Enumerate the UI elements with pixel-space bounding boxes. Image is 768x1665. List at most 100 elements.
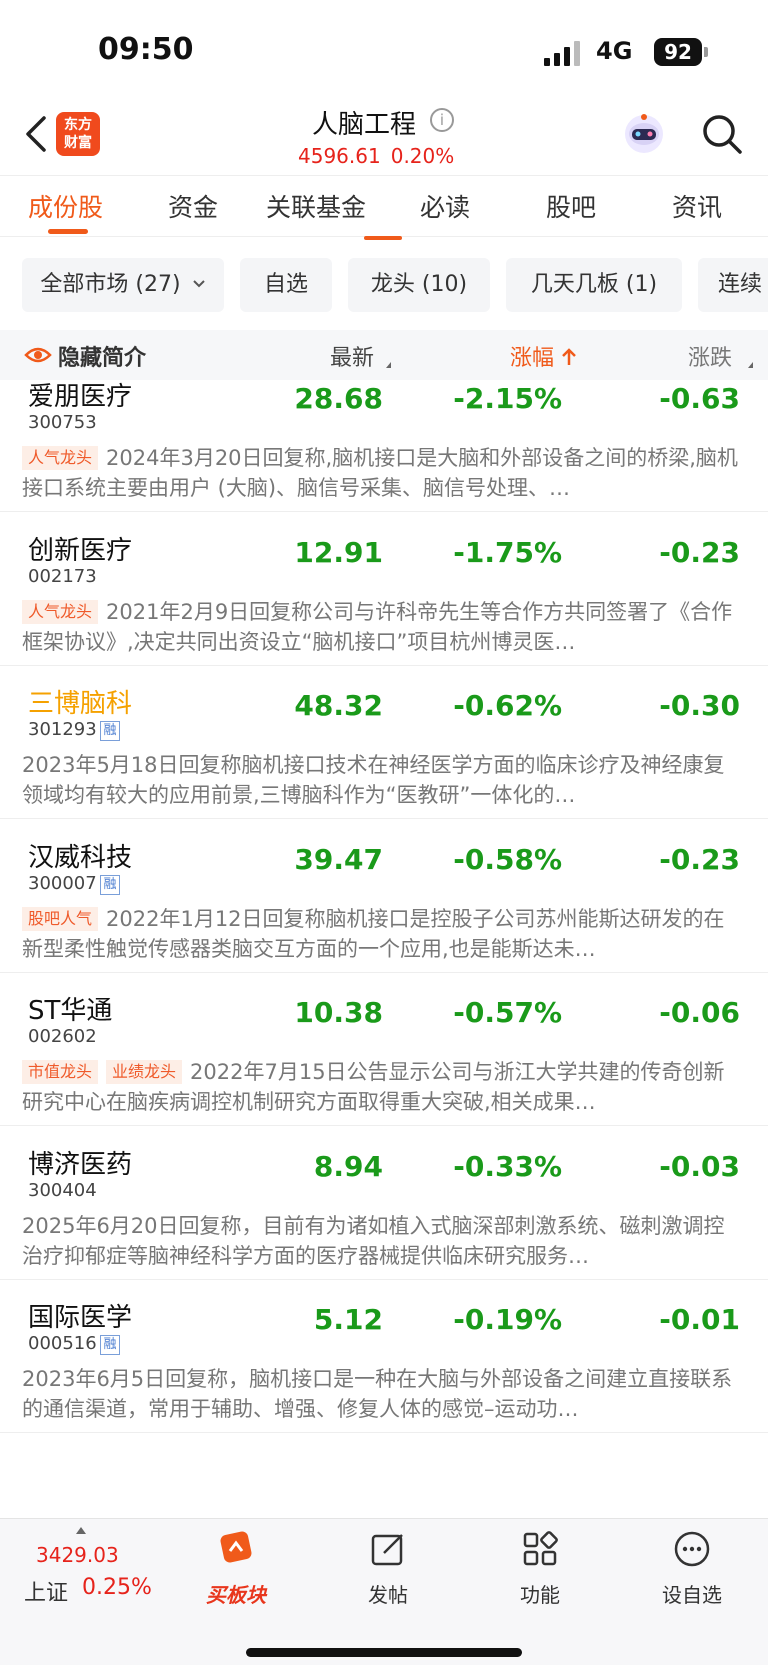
stock-pct-change: -0.62% bbox=[453, 689, 562, 722]
stock-name: 三博脑科 bbox=[28, 689, 133, 719]
stock-code: 300753 bbox=[28, 412, 97, 433]
app-logo[interactable]: 东方 财富 bbox=[56, 112, 100, 156]
stock-row[interactable]: 汉威科技 300007 融 39.47 -0.58% -0.23 股吧人气 2022年1月12… bbox=[0, 819, 768, 973]
stock-name: ST华通 bbox=[28, 996, 113, 1026]
stock-description: 2023年5月18日回复称脑机接口技术在神经医学方面的临床诊疗及神经康复领域均有… bbox=[22, 750, 742, 812]
status-bar: 09:50 4G 92 bbox=[0, 0, 768, 100]
tab-must-read[interactable]: 必读 bbox=[420, 188, 470, 224]
filter-leaders[interactable]: 龙头 (10) bbox=[348, 258, 490, 312]
stock-row[interactable]: 爱朋医疗 300753 28.68 -2.15% -0.63 人气龙头 2024年3月20日… bbox=[0, 358, 768, 512]
bottom-bar: 3429.03 上证 0.25% 买板块 发帖 功能 设自选 bbox=[0, 1518, 768, 1665]
stock-name: 爱朋医疗 bbox=[28, 382, 133, 412]
compose-button[interactable]: 发帖 bbox=[338, 1529, 438, 1619]
expand-up-icon[interactable] bbox=[76, 1527, 86, 1534]
stock-description: 股吧人气 2022年1月12日回复称脑机接口是控股子公司苏州能斯达研发的在新型柔性… bbox=[22, 904, 742, 966]
stock-change: -0.63 bbox=[659, 382, 740, 415]
sh-index-pct[interactable]: 0.25% bbox=[82, 1575, 152, 1600]
stock-code: 300007 bbox=[28, 873, 97, 894]
stock-code: 002602 bbox=[28, 1026, 97, 1047]
description-text: 2025年6月20日回复称，目前有为诸如植入式脑深部刺激系统、磁刺激调控治疗抑郁… bbox=[22, 1214, 725, 1268]
description-text: 2022年1月12日回复称脑机接口是控股子公司苏州能斯达研发的在新型柔性触觉传感… bbox=[22, 907, 725, 961]
leader-tag: 业绩龙头 bbox=[106, 1060, 183, 1084]
stock-pct-change: -2.15% bbox=[453, 382, 562, 415]
app-screen: 09:50 4G 92 东方 财富 人脑工程 i 4596.61 0.20% 成… bbox=[0, 0, 768, 1665]
stock-name: 国际医学 bbox=[28, 1303, 133, 1333]
stock-pct-change: -0.33% bbox=[453, 1150, 562, 1183]
filter-continuous[interactable]: 连续 bbox=[698, 258, 768, 312]
leader-tag: 人气龙头 bbox=[22, 600, 99, 624]
page-title: 人脑工程 bbox=[312, 110, 417, 140]
stock-name: 博济医药 bbox=[28, 1150, 133, 1180]
buy-sector-button[interactable]: 买板块 bbox=[186, 1529, 286, 1619]
stock-change: -0.23 bbox=[659, 843, 740, 876]
network-type: 4G bbox=[596, 37, 633, 65]
active-tab-indicator bbox=[48, 229, 88, 234]
stock-name: 汉威科技 bbox=[28, 843, 133, 873]
stock-row[interactable]: 创新医疗 002173 12.91 -1.75% -0.23 人气龙头 2021年2月9日回… bbox=[0, 512, 768, 666]
functions-button[interactable]: 功能 bbox=[490, 1529, 590, 1619]
stock-price: 8.94 bbox=[313, 1150, 383, 1183]
sh-index-value[interactable]: 3429.03 bbox=[36, 1543, 119, 1567]
top-header: 东方 财富 人脑工程 i 4596.61 0.20% bbox=[0, 100, 768, 175]
chevron-down-icon bbox=[192, 280, 205, 288]
filter-watchlist[interactable]: 自选 bbox=[240, 258, 332, 312]
margin-trading-badge: 融 bbox=[100, 875, 120, 895]
sector-index-value: 4596.61 bbox=[298, 144, 381, 168]
add-watchlist-button[interactable]: 设自选 bbox=[642, 1529, 742, 1619]
stock-row[interactable]: 三博脑科 301293 融 48.32 -0.62% -0.30 2023年5月18日回复称… bbox=[0, 665, 768, 819]
description-text: 2023年5月18日回复称脑机接口技术在神经医学方面的临床诊疗及神经康复领域均有… bbox=[22, 753, 725, 807]
stock-price: 10.38 bbox=[294, 996, 383, 1029]
stock-row[interactable]: ST华通 002602 10.38 -0.57% -0.06 市值龙头 业绩龙头 2022年7… bbox=[0, 972, 768, 1126]
stock-price: 48.32 bbox=[294, 689, 383, 722]
tab-forum[interactable]: 股吧 bbox=[546, 188, 596, 224]
stock-description: 人气龙头 2024年3月20日回复称,脑机接口是大脑和外部设备之间的桥梁,脑机接口… bbox=[22, 443, 742, 505]
info-icon[interactable]: i bbox=[430, 108, 454, 132]
sector-index: 4596.61 0.20% bbox=[298, 144, 454, 168]
stock-name: 创新医疗 bbox=[28, 536, 133, 566]
tab-bar: 成份股 资金 关联基金 必读 股吧 资讯 bbox=[0, 175, 768, 240]
signal-icon bbox=[544, 40, 584, 66]
buy-sector-icon bbox=[220, 1531, 252, 1563]
search-icon[interactable] bbox=[700, 112, 744, 156]
stock-change: -0.03 bbox=[659, 1150, 740, 1183]
stock-code: 300404 bbox=[28, 1180, 97, 1201]
margin-trading-badge: 融 bbox=[100, 1335, 120, 1355]
stock-pct-change: -1.75% bbox=[453, 536, 562, 569]
grid-icon bbox=[523, 1531, 558, 1566]
description-text: 2023年6月5日回复称，脑机接口是一种在大脑与外部设备之间建立直接联系的通信渠… bbox=[22, 1367, 733, 1421]
stock-change: -0.30 bbox=[659, 689, 740, 722]
leader-tag: 股吧人气 bbox=[22, 907, 99, 931]
stock-price: 39.47 bbox=[294, 843, 383, 876]
sh-index-name[interactable]: 上证 bbox=[24, 1575, 68, 1607]
home-indicator bbox=[246, 1648, 522, 1657]
description-text: 2024年3月20日回复称,脑机接口是大脑和外部设备之间的桥梁,脑机接口系统主要… bbox=[22, 446, 738, 500]
tab-constituents[interactable]: 成份股 bbox=[28, 188, 103, 224]
sector-index-change: 0.20% bbox=[390, 144, 455, 168]
tab-related-funds[interactable]: 关联基金 bbox=[266, 188, 366, 224]
stock-description: 2023年6月5日回复称，脑机接口是一种在大脑与外部设备之间建立直接联系的通信渠… bbox=[22, 1364, 742, 1426]
stock-pct-change: -0.57% bbox=[453, 996, 562, 1029]
back-arrow-icon[interactable] bbox=[22, 114, 52, 154]
more-dots-icon bbox=[674, 1531, 710, 1567]
stock-description: 人气龙头 2021年2月9日回复称公司与许科帝先生等合作方共同签署了《合作框架协议… bbox=[22, 597, 742, 659]
stock-change: -0.06 bbox=[659, 996, 740, 1029]
battery-icon: 92 bbox=[654, 38, 702, 66]
margin-trading-badge: 融 bbox=[100, 721, 120, 741]
leader-tag: 人气龙头 bbox=[22, 446, 99, 470]
assistant-robot-icon[interactable] bbox=[622, 112, 666, 156]
compose-icon bbox=[371, 1534, 403, 1566]
filter-consecutive-boards[interactable]: 几天几板 (1) bbox=[506, 258, 682, 312]
leader-tag: 市值龙头 bbox=[22, 1060, 99, 1084]
stock-code: 000516 bbox=[28, 1333, 97, 1354]
stock-price: 5.12 bbox=[313, 1303, 383, 1336]
stock-row[interactable]: 国际医学 000516 融 5.12 -0.19% -0.01 2023年6月5日回复称，脑… bbox=[0, 1279, 768, 1433]
filter-chips: 全部市场 (27) 自选 龙头 (10) 几天几板 (1) 连续 bbox=[0, 258, 768, 314]
battery-tip bbox=[704, 47, 708, 57]
stock-pct-change: -0.58% bbox=[453, 843, 562, 876]
stock-row[interactable]: 博济医药 300404 8.94 -0.33% -0.03 2025年6月20日回复称，目… bbox=[0, 1126, 768, 1280]
stock-price: 12.91 bbox=[294, 536, 383, 569]
tab-funds[interactable]: 资金 bbox=[168, 188, 218, 224]
filter-all-markets[interactable]: 全部市场 (27) bbox=[22, 258, 224, 312]
tab-news[interactable]: 资讯 bbox=[672, 188, 722, 224]
stock-change: -0.23 bbox=[659, 536, 740, 569]
